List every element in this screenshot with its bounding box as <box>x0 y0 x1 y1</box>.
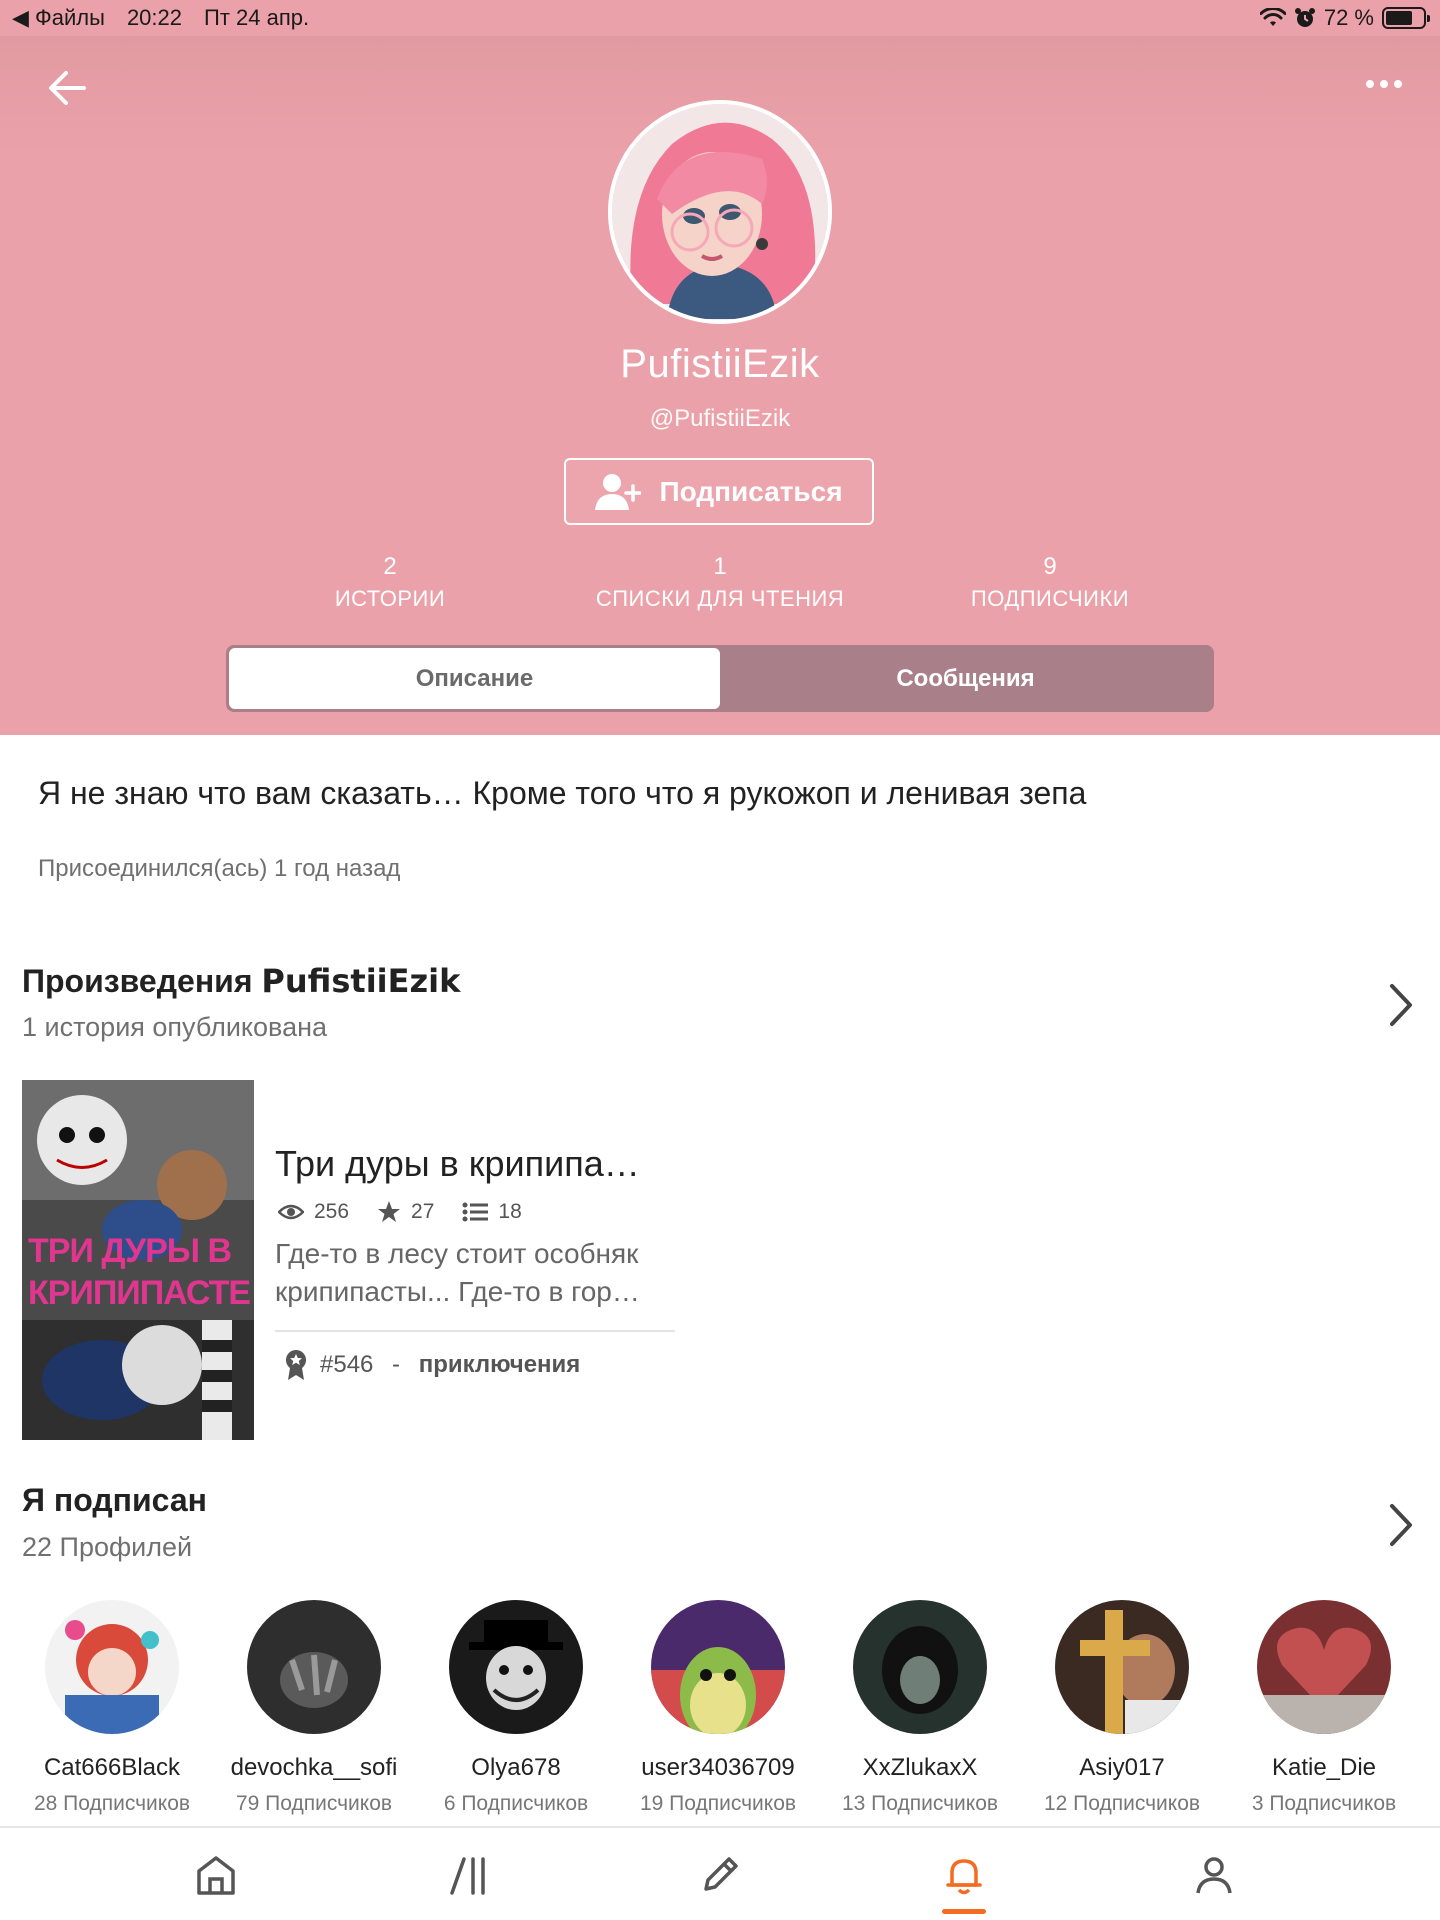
story-votes: 27 <box>411 1200 435 1223</box>
following-name: Katie_Die <box>1271 1754 1377 1781</box>
avatar <box>1257 1600 1391 1734</box>
status-bar: ◀ Файлы 20:22 Пт 24 апр. 72 % <box>0 0 1440 36</box>
star-icon <box>378 1201 401 1222</box>
nav-profile[interactable] <box>1070 1828 1358 1920</box>
following-name: Olya678 <box>471 1754 561 1781</box>
tab-about[interactable]: Описание <box>229 648 720 709</box>
profile-tabs: Описание Сообщения <box>226 645 1214 712</box>
more-options-button[interactable] <box>1356 64 1412 104</box>
following-count: 28 Подписчиков <box>33 1792 191 1815</box>
stat-label: СПИСКИ ДЛЯ ЧТЕНИЯ <box>595 586 845 611</box>
profile-header: ◀ Файлы 20:22 Пт 24 апр. 72 % PufistiiEz… <box>0 0 1440 735</box>
works-title-name: PufistiiEzik <box>261 962 461 1000</box>
home-icon <box>197 1856 235 1895</box>
story-rank-category: приключения <box>418 1351 581 1378</box>
status-time: 20:22 <box>126 5 182 30</box>
tab-messages[interactable]: Сообщения <box>720 648 1211 709</box>
following-profile[interactable]: Asiy017 12 Подписчиков <box>1021 1600 1223 1816</box>
stat-label: ИСТОРИИ <box>334 586 446 611</box>
avatar <box>247 1600 381 1734</box>
chevron-right-icon[interactable] <box>1382 980 1418 1030</box>
following-profile[interactable]: Cat666Black 28 Подписчиков <box>11 1600 213 1816</box>
story-stats: 256 27 18 <box>278 1200 550 1224</box>
following-profile[interactable]: XxZlukaxX 13 Подписчиков <box>819 1600 1021 1816</box>
avatar <box>449 1600 583 1734</box>
following-profile[interactable]: Katie_Die 3 Подписчиков <box>1223 1600 1425 1816</box>
list-icon <box>462 1202 489 1222</box>
profile-bio: Я не знаю что вам сказать… Кроме того чт… <box>38 775 1087 811</box>
works-subtitle: 1 история опубликована <box>22 1012 328 1042</box>
story-cover[interactable]: ТРИ ДУРЫ В КРИПИПАСТЕ <box>22 1080 254 1440</box>
following-subtitle: 22 Профилей <box>22 1532 193 1562</box>
following-count: 79 Подписчиков <box>235 1792 393 1815</box>
stat-stories[interactable]: 2 ИСТОРИИ <box>230 552 550 616</box>
nav-notifications[interactable] <box>820 1828 1108 1920</box>
nav-home[interactable] <box>72 1828 360 1920</box>
avatar <box>853 1600 987 1734</box>
following-count: 6 Подписчиков <box>443 1792 589 1815</box>
avatar <box>651 1600 785 1734</box>
status-date: Пт 24 апр. <box>204 5 310 30</box>
avatar <box>1055 1600 1189 1734</box>
profile-avatar[interactable] <box>608 100 832 324</box>
avatar <box>45 1600 179 1734</box>
stat-followers[interactable]: 9 ПОДПИСЧИКИ <box>890 552 1210 616</box>
stat-reading-lists[interactable]: 1 СПИСКИ ДЛЯ ЧТЕНИЯ <box>560 552 880 616</box>
award-icon <box>286 1350 306 1380</box>
story-views: 256 <box>314 1200 350 1223</box>
following-name: user34036709 <box>641 1754 795 1781</box>
story-title[interactable]: Три дуры в крипипа… <box>275 1143 640 1185</box>
following-count: 13 Подписчиков <box>841 1792 999 1815</box>
pencil-icon <box>704 1857 738 1891</box>
joined-date: Присоединился(ась) 1 год назад <box>38 855 401 882</box>
story-description: Где-то в лесу стоит особняк крипипасты..… <box>275 1238 640 1307</box>
battery-percent: 72 % <box>1323 5 1374 30</box>
back-button[interactable] <box>40 60 96 116</box>
profile-icon <box>1196 1857 1232 1894</box>
wifi-icon <box>1259 8 1286 26</box>
stat-value: 9 <box>1043 553 1057 580</box>
following-profile[interactable]: devochka__sofi 79 Подписчиков <box>213 1600 415 1816</box>
following-section-title[interactable]: Я подписан <box>22 1482 207 1519</box>
story-rank-separator: - <box>385 1351 407 1378</box>
follow-button[interactable]: Подписаться <box>564 458 874 525</box>
story-cover-title: ТРИ ДУРЫ В КРИПИПАСТЕ <box>28 1232 251 1312</box>
library-icon <box>450 1857 485 1895</box>
bell-icon <box>946 1859 982 1895</box>
story-rank[interactable]: #546 - приключения <box>284 1349 580 1381</box>
following-name: Cat666Black <box>43 1754 181 1781</box>
bottom-nav <box>0 1826 1440 1920</box>
eye-icon <box>278 1204 304 1220</box>
story-rank-number: #546 <box>320 1351 374 1378</box>
following-name: XxZlukaxX <box>862 1754 978 1781</box>
active-indicator <box>942 1909 986 1914</box>
arrow-left-icon <box>49 71 86 105</box>
following-profile[interactable]: Olya678 6 Подписчиков <box>415 1600 617 1816</box>
following-count: 19 Подписчиков <box>639 1792 797 1815</box>
more-dots-icon <box>1366 80 1402 88</box>
alarm-icon <box>1294 8 1315 27</box>
profile-handle: @PufistiiEzik <box>649 405 791 432</box>
following-name: devochka__sofi <box>230 1754 398 1781</box>
following-profile[interactable]: user34036709 19 Подписчиков <box>617 1600 819 1816</box>
following-count: 12 Подписчиков <box>1043 1792 1201 1815</box>
chevron-right-icon[interactable] <box>1382 1500 1418 1550</box>
add-user-icon <box>595 473 642 510</box>
profile-display-name: PufistiiEzik <box>620 342 820 386</box>
follow-button-label: Подписаться <box>659 475 843 507</box>
back-to-app-link[interactable]: ◀ Файлы <box>12 5 105 31</box>
stat-label: ПОДПИСЧИКИ <box>970 586 1130 611</box>
battery-icon <box>1382 7 1430 29</box>
divider <box>275 1330 675 1332</box>
stat-value: 2 <box>383 553 397 580</box>
works-section-title[interactable]: Произведения PufistiiEzik <box>22 962 460 1000</box>
story-parts: 18 <box>498 1200 522 1223</box>
nav-library[interactable] <box>324 1828 612 1920</box>
following-count: 3 Подписчиков <box>1251 1792 1397 1815</box>
following-list: Cat666Black 28 Подписчиков devochka__sof… <box>0 1600 1440 1830</box>
stat-value: 1 <box>713 553 727 580</box>
works-title-prefix: Произведения <box>22 963 253 999</box>
following-name: Asiy017 <box>1079 1754 1165 1781</box>
